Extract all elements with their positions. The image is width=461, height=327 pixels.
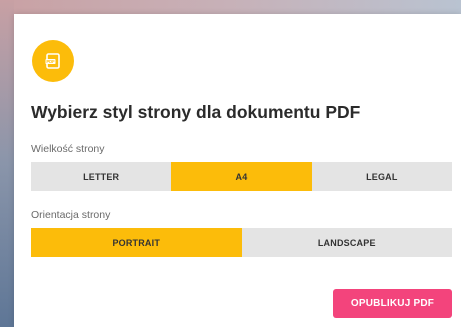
publish-pdf-button[interactable]: OPUBLIKUJ PDF bbox=[333, 289, 452, 318]
orientation-label: Orientacja strony bbox=[31, 209, 111, 221]
pdf-document-icon: PDF bbox=[32, 40, 74, 82]
page-size-a4-option[interactable]: A4 bbox=[171, 162, 312, 191]
orientation-portrait-option[interactable]: PORTRAIT bbox=[31, 228, 242, 257]
backdrop-edge bbox=[0, 0, 14, 327]
pdf-page-style-dialog: PDF Wybierz styl strony dla dokumentu PD… bbox=[14, 14, 461, 327]
page-size-label: Wielkość strony bbox=[31, 143, 105, 155]
backdrop bbox=[0, 0, 461, 14]
orientation-landscape-option[interactable]: LANDSCAPE bbox=[242, 228, 453, 257]
dialog-title: Wybierz styl strony dla dokumentu PDF bbox=[31, 102, 361, 122]
page-size-legal-option[interactable]: LEGAL bbox=[312, 162, 452, 191]
svg-text:PDF: PDF bbox=[46, 59, 55, 64]
page-size-letter-option[interactable]: LETTER bbox=[31, 162, 171, 191]
page-size-selector: LETTER A4 LEGAL bbox=[31, 162, 452, 191]
orientation-selector: PORTRAIT LANDSCAPE bbox=[31, 228, 452, 257]
